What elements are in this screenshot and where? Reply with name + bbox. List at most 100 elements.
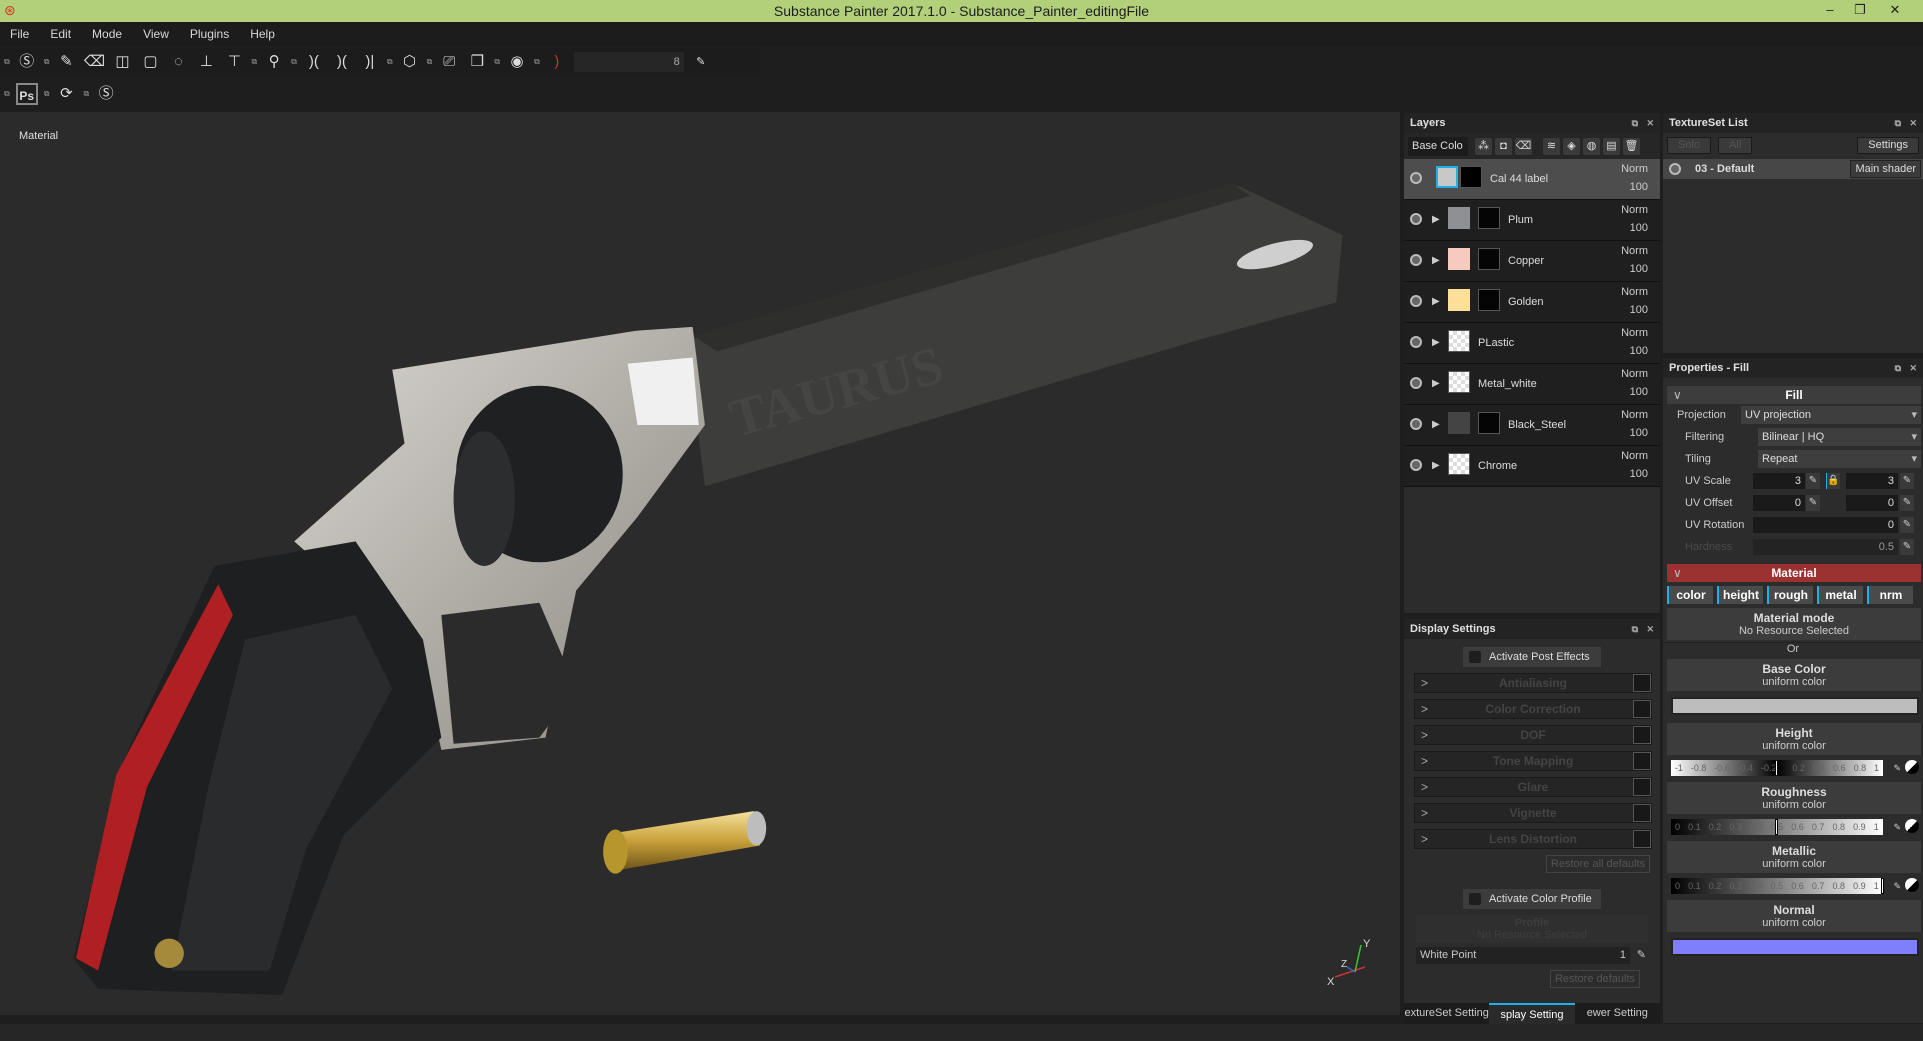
layer-color-thumbnail[interactable] <box>1448 248 1470 270</box>
channel-height-toggle[interactable]: height <box>1717 586 1763 604</box>
ramp-value-marker[interactable] <box>1775 819 1778 835</box>
close-button[interactable]: ✕ <box>1880 0 1910 22</box>
view-3d-icon[interactable]: ⬡ <box>399 51 421 73</box>
color-picker-toggle-icon[interactable] <box>1905 878 1919 892</box>
layer-opacity[interactable]: 100 <box>1630 468 1648 480</box>
tab-display-settings[interactable]: splay Setting <box>1489 1003 1575 1024</box>
popout-icon[interactable]: ⧉ <box>387 57 393 67</box>
layer-blend-mode[interactable]: Norm <box>1621 450 1648 462</box>
layer-opacity[interactable]: 100 <box>1630 427 1648 439</box>
effect-row[interactable]: > Color Correction <box>1414 699 1652 719</box>
lock-icon[interactable]: 🔒 <box>1826 473 1840 489</box>
layer-mask-thumbnail[interactable] <box>1478 207 1500 229</box>
layer-color-thumbnail[interactable] <box>1436 166 1458 188</box>
float-icon[interactable]: ⧉ <box>1632 113 1638 133</box>
visibility-toggle[interactable] <box>1410 295 1422 307</box>
clear-icon[interactable]: ⌫ <box>1515 137 1532 155</box>
menu-edit[interactable]: Edit <box>50 27 71 41</box>
effect-checkbox[interactable] <box>1633 726 1651 744</box>
menu-view[interactable]: View <box>143 27 169 41</box>
layer-mask-thumbnail[interactable] <box>1478 289 1500 311</box>
effect-checkbox[interactable] <box>1633 804 1651 822</box>
tab-textureset-settings[interactable]: extureSet Setting <box>1404 1003 1489 1024</box>
paint-brush-icon[interactable]: ✎ <box>55 51 77 73</box>
activate-color-profile-toggle[interactable]: Activate Color Profile <box>1463 889 1601 909</box>
projection-icon[interactable]: ◫ <box>111 51 133 73</box>
layer-blend-mode[interactable]: Norm <box>1621 368 1648 380</box>
folder-expand-icon[interactable]: ▶ <box>1432 460 1440 471</box>
effect-row[interactable]: > Vignette <box>1414 803 1652 823</box>
layer-opacity[interactable]: 100 <box>1630 304 1648 316</box>
expand-chevron-icon[interactable]: > <box>1421 752 1428 770</box>
screenshot-icon[interactable]: ◉ <box>506 51 528 73</box>
layer-thumbnail[interactable] <box>1448 453 1470 475</box>
ramp-value-marker[interactable] <box>1881 878 1884 894</box>
effect-row[interactable]: > Antialiasing <box>1414 673 1652 693</box>
hardness-slider[interactable]: 0.5 <box>1753 539 1898 555</box>
layer-row[interactable]: ▶ PLastic Norm 100 <box>1404 323 1660 364</box>
edit-pencil-icon[interactable]: ✎ <box>1900 517 1914 533</box>
edit-pencil-icon[interactable]: ✎ <box>1900 539 1914 555</box>
edit-pencil-icon[interactable]: ✎ <box>1893 878 1901 894</box>
base-color-swatch[interactable] <box>1671 697 1919 715</box>
layer-row[interactable]: ▶ Golden Norm 100 <box>1404 282 1660 323</box>
brush-size-slider[interactable]: 8 <box>573 52 684 72</box>
visibility-toggle[interactable] <box>1410 377 1422 389</box>
layer-thumbnail[interactable] <box>1448 330 1470 352</box>
expand-chevron-icon[interactable]: > <box>1421 830 1428 848</box>
folder-expand-icon[interactable]: ▶ <box>1432 255 1440 266</box>
camera-icon[interactable]: ⎚ <box>438 51 460 73</box>
visibility-toggle[interactable] <box>1410 336 1422 348</box>
layer-mask-thumbnail[interactable] <box>1478 248 1500 270</box>
uv-offset-u-slider[interactable]: 0 <box>1753 495 1805 511</box>
shader-button[interactable]: Main shader <box>1850 160 1921 178</box>
symmetry-x-icon[interactable]: )( <box>331 51 353 73</box>
effect-checkbox[interactable] <box>1633 752 1651 770</box>
add-effect-icon[interactable]: ⁂ <box>1475 137 1492 155</box>
float-icon[interactable]: ⧉ <box>1895 113 1901 133</box>
edit-pencil-icon[interactable]: ✎ <box>1637 947 1646 964</box>
channel-dropdown[interactable]: Base Colo <box>1408 136 1468 156</box>
layer-blend-mode[interactable]: Norm <box>1621 327 1648 339</box>
layer-blend-mode[interactable]: Norm <box>1621 286 1648 298</box>
delete-layer-icon[interactable]: 🗑 <box>1623 137 1640 155</box>
add-folder-icon[interactable]: ▤ <box>1603 137 1620 155</box>
white-point-slider[interactable]: White Point 1 ✎ <box>1416 947 1646 964</box>
clone-source-icon[interactable]: ⊤ <box>223 51 245 73</box>
folder-expand-icon[interactable]: ▶ <box>1432 337 1440 348</box>
layer-row[interactable]: ▶ Black_Steel Norm 100 <box>1404 405 1660 446</box>
effect-row[interactable]: > Lens Distortion <box>1414 829 1652 849</box>
channel-color-toggle[interactable]: color <box>1667 586 1713 604</box>
folder-expand-icon[interactable]: ▶ <box>1432 419 1440 430</box>
base-color-slot[interactable]: Base Color uniform color <box>1667 659 1921 691</box>
layer-row[interactable]: Cal 44 label Norm 100 <box>1404 159 1660 200</box>
eraser-icon[interactable]: ⌫ <box>83 51 105 73</box>
effect-checkbox[interactable] <box>1633 778 1651 796</box>
layer-row[interactable]: ▶ Metal_white Norm 100 <box>1404 364 1660 405</box>
photoshop-export-icon[interactable]: Ps <box>15 83 38 105</box>
projection-dropdown[interactable]: UV projection <box>1741 406 1921 424</box>
expand-chevron-icon[interactable]: > <box>1421 726 1428 744</box>
float-icon[interactable]: ⧉ <box>1632 619 1638 639</box>
close-panel-icon[interactable]: ✕ <box>1909 113 1917 133</box>
popout-icon[interactable]: ⧉ <box>534 57 540 67</box>
activate-post-effects-toggle[interactable]: Activate Post Effects <box>1463 647 1601 667</box>
popout-icon[interactable]: ⧉ <box>291 57 297 67</box>
symmetry-mirror-icon[interactable]: )| <box>359 51 381 73</box>
layer-row[interactable]: ▶ Chrome Norm 100 <box>1404 446 1660 487</box>
material-section-header[interactable]: ∨ Material <box>1667 564 1921 582</box>
metallic-ramp-slider[interactable]: 0 0.1 0.2 0.3 0.4 0.5 0.6 0.7 0.8 0.9 1 ✎ <box>1671 878 1919 894</box>
popout-icon[interactable]: ⧉ <box>427 57 433 67</box>
edit-pencil-icon[interactable]: ✎ <box>1893 760 1901 776</box>
layer-row[interactable]: ▶ Plum Norm 100 <box>1404 200 1660 241</box>
layer-color-thumbnail[interactable] <box>1448 412 1470 434</box>
add-mask-icon[interactable]: ◘ <box>1495 137 1512 155</box>
tiling-dropdown[interactable]: Repeat <box>1758 450 1921 468</box>
color-picker-toggle-icon[interactable] <box>1905 760 1919 774</box>
channel-metal-toggle[interactable]: metal <box>1817 586 1863 604</box>
roughness-slot[interactable]: Roughness uniform color <box>1667 782 1921 814</box>
layer-blend-mode[interactable]: Norm <box>1621 204 1648 216</box>
smudge-icon[interactable]: ◌ <box>167 51 189 73</box>
effect-row[interactable]: > Glare <box>1414 777 1652 797</box>
close-panel-icon[interactable]: ✕ <box>1909 358 1917 378</box>
